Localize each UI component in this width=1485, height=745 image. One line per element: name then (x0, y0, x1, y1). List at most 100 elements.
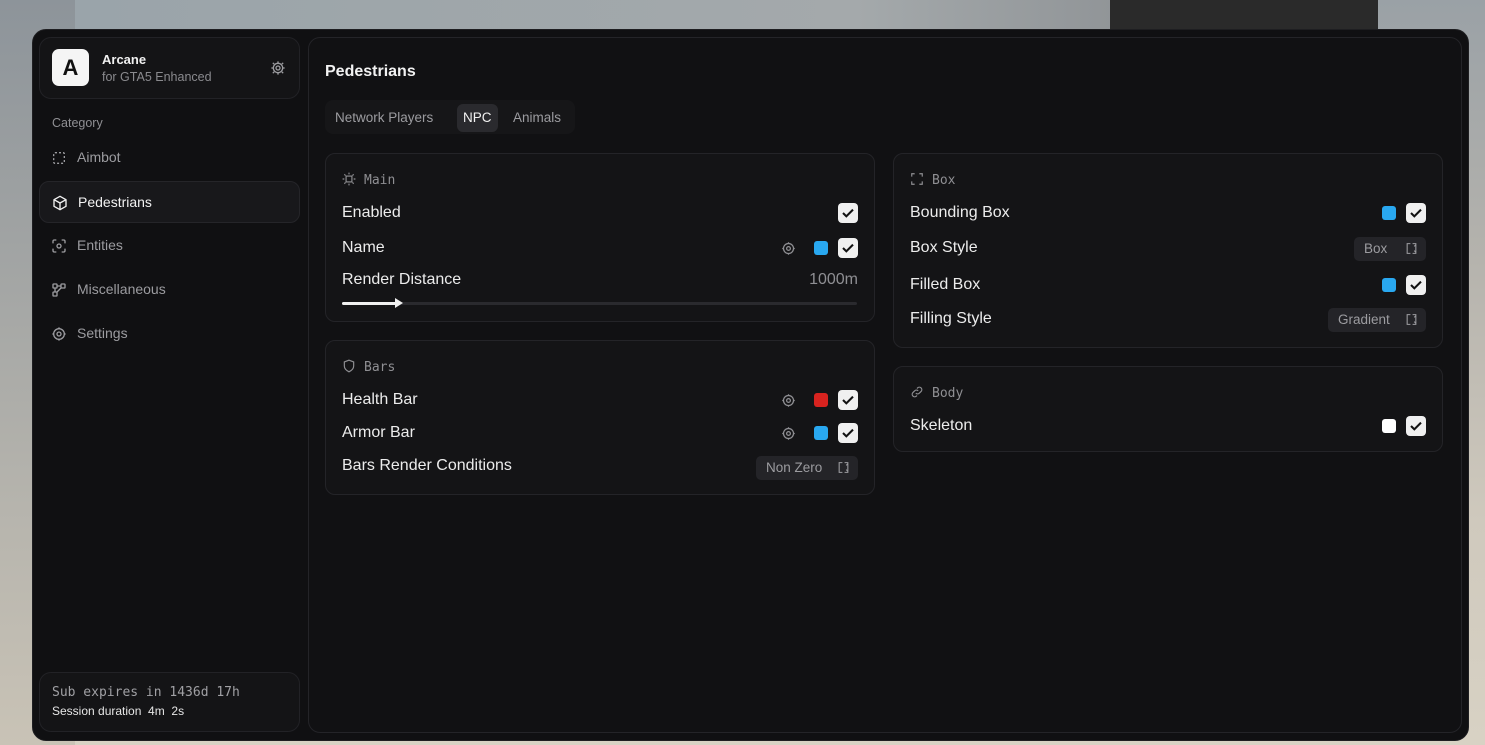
frame-icon (911, 173, 923, 185)
sidebar-item-miscellaneous[interactable]: Miscellaneous (39, 269, 300, 311)
tab-animals[interactable]: Animals (507, 104, 567, 132)
bounding-color-swatch[interactable] (1382, 206, 1396, 220)
enabled-row: Enabled (342, 203, 858, 225)
render-distance-slider[interactable] (342, 298, 857, 308)
sun-icon (342, 172, 356, 186)
bars-conditions-label: Bars Render Conditions (342, 457, 512, 474)
armor-bar-checkbox[interactable] (838, 423, 858, 443)
gear-icon (52, 327, 66, 341)
sidebar-item-label: Pedestrians (78, 194, 152, 210)
sidebar-item-label: Entities (77, 237, 123, 253)
gear-icon[interactable] (781, 241, 796, 256)
render-distance-value: 1000m (809, 271, 858, 288)
check-icon (1410, 280, 1422, 290)
armor-color-swatch[interactable] (814, 426, 828, 440)
tab-bar: Network Players NPC Animals (325, 100, 575, 134)
bounding-box-row: Bounding Box (910, 203, 1426, 225)
bounding-box-checkbox[interactable] (1406, 203, 1426, 223)
tab-network-players[interactable]: Network Players (329, 104, 439, 132)
health-bar-label: Health Bar (342, 391, 418, 408)
render-distance-label: Render Distance (342, 271, 462, 288)
card-title: Box (910, 172, 955, 188)
sidebar-item-aimbot[interactable]: Aimbot (39, 137, 300, 179)
expand-icon (1406, 314, 1417, 325)
shield-icon (343, 359, 355, 373)
gear-icon[interactable] (781, 393, 796, 408)
filled-box-row: Filled Box (910, 275, 1426, 297)
filling-style-row: Filling Style Gradient (910, 308, 1426, 332)
box-style-select[interactable]: Box (1354, 237, 1426, 261)
name-color-swatch[interactable] (814, 241, 828, 255)
tab-npc[interactable]: NPC (457, 104, 498, 132)
bars-card: Bars Health Bar Armor Bar Bars Render Co (325, 340, 875, 495)
enabled-checkbox[interactable] (838, 203, 858, 223)
skeleton-color-swatch[interactable] (1382, 419, 1396, 433)
app-window: A Arcane for GTA5 Enhanced Category Aimb… (32, 29, 1469, 741)
check-icon (1410, 208, 1422, 218)
box-style-row: Box Style Box (910, 237, 1426, 261)
card-title: Bars (342, 359, 395, 375)
card-title: Main (342, 172, 395, 188)
gear-icon[interactable] (781, 426, 796, 441)
crosshair-icon (53, 152, 65, 164)
enabled-label: Enabled (342, 204, 401, 221)
category-label: Category (52, 116, 103, 130)
sidebar-item-pedestrians[interactable]: Pedestrians (39, 181, 300, 223)
app-logo: A (52, 49, 89, 86)
sidebar-item-settings[interactable]: Settings (39, 313, 300, 355)
sidebar-item-label: Settings (77, 325, 128, 341)
app-name: Arcane (102, 52, 147, 67)
render-distance-row: Render Distance 1000m (342, 270, 858, 292)
sidebar-item-label: Aimbot (77, 149, 121, 165)
scan-icon (52, 239, 66, 253)
expand-icon (1406, 243, 1417, 254)
expand-icon (838, 462, 849, 473)
check-icon (842, 428, 854, 438)
sidebar-item-entities[interactable]: Entities (39, 225, 300, 267)
brand-card: A Arcane for GTA5 Enhanced (39, 37, 300, 99)
slider-handle[interactable] (394, 298, 403, 308)
filled-color-swatch[interactable] (1382, 278, 1396, 292)
session-duration: Session duration 4m 2s (52, 704, 185, 718)
sidebar: A Arcane for GTA5 Enhanced Category Aimb… (33, 30, 306, 742)
armor-bar-label: Armor Bar (342, 424, 415, 441)
session-footer: Sub expires in 1436d 17h Session duratio… (39, 672, 300, 732)
name-row: Name (342, 238, 858, 260)
cube-icon (53, 195, 67, 211)
check-icon (1410, 421, 1422, 431)
box-style-label: Box Style (910, 239, 978, 256)
name-label: Name (342, 239, 385, 256)
skeleton-row: Skeleton (910, 416, 1426, 438)
filling-style-label: Filling Style (910, 310, 992, 327)
subscription-status: Sub expires in 1436d 17h (52, 685, 240, 700)
filled-box-checkbox[interactable] (1406, 275, 1426, 295)
slider-fill (342, 302, 399, 305)
main-panel: Pedestrians Network Players NPC Animals … (308, 37, 1462, 733)
background-top-dark (1110, 0, 1378, 30)
filling-style-select[interactable]: Gradient (1328, 308, 1426, 332)
app-subtitle: for GTA5 Enhanced (102, 70, 212, 84)
bars-conditions-select[interactable]: Non Zero (756, 456, 858, 480)
bounding-box-label: Bounding Box (910, 204, 1010, 221)
link-icon (911, 386, 923, 398)
filled-box-label: Filled Box (910, 276, 981, 293)
skeleton-checkbox[interactable] (1406, 416, 1426, 436)
health-bar-row: Health Bar (342, 390, 858, 412)
gear-icon[interactable] (270, 60, 286, 76)
skeleton-label: Skeleton (910, 417, 973, 434)
nodes-icon (52, 283, 66, 297)
main-card: Main Enabled Name Render Distance 1000m (325, 153, 875, 322)
check-icon (842, 395, 854, 405)
bars-conditions-row: Bars Render Conditions Non Zero (342, 456, 858, 480)
box-card: Box Bounding Box Box Style Box Filled Bo… (893, 153, 1443, 348)
armor-bar-row: Armor Bar (342, 423, 858, 445)
name-checkbox[interactable] (838, 238, 858, 258)
body-card: Body Skeleton (893, 366, 1443, 452)
health-bar-checkbox[interactable] (838, 390, 858, 410)
check-icon (842, 208, 854, 218)
sidebar-item-label: Miscellaneous (77, 281, 166, 297)
check-icon (842, 243, 854, 253)
page-title: Pedestrians (325, 63, 416, 80)
health-color-swatch[interactable] (814, 393, 828, 407)
card-title: Body (910, 385, 963, 401)
